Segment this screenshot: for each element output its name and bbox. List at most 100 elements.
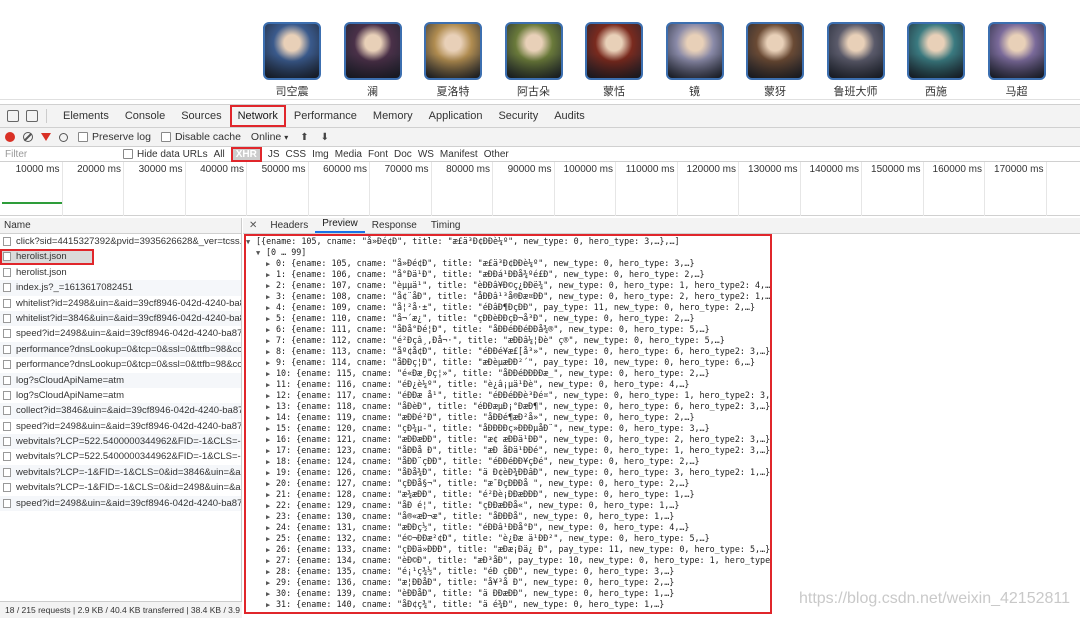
export-har-icon[interactable]: ⬇	[321, 132, 329, 143]
json-object-row[interactable]: ▶ 17: {ename: 123, cname: "åÐÐå Ð", title…	[246, 445, 770, 456]
json-object-row[interactable]: ▶ 16: {ename: 121, cname: "æÐÐæÐÐ", title…	[246, 434, 770, 445]
device-toolbar-icon[interactable]	[26, 110, 38, 122]
request-row[interactable]: log?sCloudApiName=atm	[0, 388, 241, 403]
filter-type-js[interactable]: JS	[268, 149, 280, 160]
json-object-row[interactable]: ▶ 13: {ename: 118, cname: "å­ÐèÐ", title:…	[246, 401, 770, 412]
json-object-row[interactable]: ▶ 3: {ename: 108, cname: "å¢¨åÐ", title: …	[246, 291, 770, 302]
json-group-row[interactable]: ▼ [0 … 99]	[246, 247, 770, 258]
disable-cache-checkbox[interactable]	[160, 132, 171, 142]
tab-security[interactable]: Security	[490, 105, 546, 127]
tab-timing[interactable]: Timing	[424, 220, 468, 233]
column-header-name[interactable]: Name	[0, 218, 241, 234]
hero-card[interactable]: 马超	[987, 22, 1047, 99]
filter-type-font[interactable]: Font	[368, 149, 388, 160]
json-object-row[interactable]: ▶ 5: {ename: 110, cname: "å¬´æ¿", title: …	[246, 313, 770, 324]
json-object-row[interactable]: ▶ 26: {ename: 133, cname: "çÐÐä»ÐÐÐ", tit…	[246, 544, 770, 555]
json-object-row[interactable]: ▶ 7: {ename: 112, cname: "é²Ðç­â¸,Ðå¬·", …	[246, 335, 770, 346]
json-object-row[interactable]: ▶ 24: {ename: 131, cname: "æÐÐç½", title:…	[246, 522, 770, 533]
filter-type-manifest[interactable]: Manifest	[440, 149, 478, 160]
json-object-row[interactable]: ▶ 2: {ename: 107, cname: "èµµä¹", title: …	[246, 280, 770, 291]
json-object-row[interactable]: ▶ 23: {ename: 130, cname: "å®«æÐ¬æ", titl…	[246, 511, 770, 522]
json-object-row[interactable]: ▶ 6: {ename: 111, cname: "åÐå°Ðé¦Ð", titl…	[246, 324, 770, 335]
search-icon[interactable]	[59, 132, 68, 142]
hero-card[interactable]: 蒙犽	[745, 22, 805, 99]
filter-type-doc[interactable]: Doc	[394, 149, 412, 160]
json-object-row[interactable]: ▶ 18: {ename: 124, cname: "åÐÐ¨çÐÐ", titl…	[246, 456, 770, 467]
inspect-icon[interactable]	[7, 110, 19, 122]
filter-type-xhr[interactable]: XHR	[230, 146, 262, 162]
filter-type-css[interactable]: CSS	[286, 149, 307, 160]
request-row[interactable]: webvitals?LCP=522.5400000344962&FID=-1&C…	[0, 449, 241, 464]
record-icon[interactable]	[5, 132, 15, 142]
hide-data-urls-checkbox[interactable]	[123, 149, 133, 159]
clear-icon[interactable]	[23, 132, 33, 142]
json-object-row[interactable]: ▶ 10: {ename: 115, cname: "é«Ðæ¸Ðç¦»", ti…	[246, 368, 770, 379]
filter-type-ws[interactable]: WS	[418, 149, 434, 160]
request-row[interactable]: whitelist?id=3846&uin=&aid=39cf8946-042d…	[0, 310, 241, 327]
json-object-row[interactable]: ▶ 31: {ename: 140, cname: "åÐ¢ç¾", title:…	[246, 599, 770, 610]
filter-type-media[interactable]: Media	[335, 149, 362, 160]
tab-sources[interactable]: Sources	[173, 105, 229, 127]
tab-application[interactable]: Application	[421, 105, 491, 127]
json-object-row[interactable]: ▶ 27: {ename: 134, cname: "èÐ©Ð", title: …	[246, 555, 770, 566]
json-object-row[interactable]: ▶ 4: {ename: 109, cname: "å¦²å·±", title:…	[246, 302, 770, 313]
json-object-row[interactable]: ▶ 19: {ename: 126, cname: "åÐå¾Ð", title:…	[246, 467, 770, 478]
hero-card[interactable]: 蒙恬	[584, 22, 644, 99]
filter-type-img[interactable]: Img	[312, 149, 329, 160]
hero-card[interactable]: 夏洛特	[423, 22, 483, 99]
request-row[interactable]: speed?id=2498&uin=&aid=39cf8946-042d-424…	[0, 419, 241, 434]
request-row[interactable]: performance?dnsLookup=0&tcp=0&ssl=0&ttfb…	[0, 357, 241, 372]
tab-console[interactable]: Console	[117, 105, 173, 127]
request-row[interactable]: click?sid=4415327392&pvid=3935626628&_ve…	[0, 234, 241, 249]
network-timeline[interactable]: 10000 ms 20000 ms 30000 ms 40000 ms 50000 ms…	[0, 162, 1080, 216]
json-object-row[interactable]: ▶ 28: {ename: 135, cname: "é¡¹ç¾½", title…	[246, 566, 770, 577]
json-object-row[interactable]: ▶ 14: {ename: 119, cname: "æÐÐé²Ð", title…	[246, 412, 770, 423]
tab-performance[interactable]: Performance	[286, 105, 365, 127]
request-row[interactable]: speed?id=2498&uin=&aid=39cf8946-042d-424…	[0, 495, 241, 512]
close-icon[interactable]: ✕	[249, 220, 257, 233]
json-object-row[interactable]: ▶ 8: {ename: 113, cname: "åº¢å¢Ð", title:…	[246, 346, 770, 357]
hero-card[interactable]: 阿古朵	[504, 22, 564, 99]
request-row[interactable]: speed?id=2498&uin=&aid=39cf8946-042d-424…	[0, 326, 241, 341]
json-object-row[interactable]: ▶ 15: {ename: 120, cname: "çÐ¾µ-", title:…	[246, 423, 770, 434]
request-row[interactable]: webvitals?LCP=522.5400000344962&FID=-1&C…	[0, 434, 241, 450]
json-object-row[interactable]: ▶ 11: {ename: 116, cname: "éÐ¿è¼º", title…	[246, 379, 770, 390]
json-object-row[interactable]: ▶ 29: {ename: 136, cname: "æ¦ÐÐåÐ", title…	[246, 577, 770, 588]
hero-card[interactable]: 澜	[343, 22, 403, 99]
request-row[interactable]: log?sCloudApiName=atm	[0, 372, 241, 388]
json-object-row[interactable]: ▶ 25: {ename: 132, cname: "é©¬ÐÐæ²¢Ð", ti…	[246, 533, 770, 544]
tab-memory[interactable]: Memory	[365, 105, 421, 127]
json-object-row[interactable]: ▶ 12: {ename: 117, cname: "éÐÐæ å¹", titl…	[246, 390, 770, 401]
json-root-row[interactable]: ▼ [{ename: 105, cname: "å»Ðé¢Ð", title: "…	[246, 236, 770, 247]
hero-card[interactable]: 西施	[906, 22, 966, 99]
request-row[interactable]: whitelist?id=2498&uin=&aid=39cf8946-042d…	[0, 296, 241, 311]
filter-type-other[interactable]: Other	[484, 149, 509, 160]
tab-response[interactable]: Response	[365, 220, 424, 233]
request-row[interactable]: performance?dnsLookup=0&tcp=0&ssl=0&ttfb…	[0, 341, 241, 358]
tab-network[interactable]: Network	[229, 105, 286, 127]
hero-card[interactable]: 镜	[665, 22, 725, 99]
filter-type-all[interactable]: All	[214, 149, 225, 160]
tab-headers[interactable]: Headers	[263, 220, 315, 233]
preserve-log-checkbox[interactable]	[78, 132, 88, 142]
throttling-select[interactable]: Online	[251, 131, 281, 143]
request-row[interactable]: webvitals?LCP=-1&FID=-1&CLS=0&id=3846&ui…	[0, 464, 241, 481]
filter-icon[interactable]	[41, 133, 51, 141]
request-row[interactable]: webvitals?LCP=-1&FID=-1&CLS=0&id=2498&ui…	[0, 480, 241, 495]
tab-audits[interactable]: Audits	[546, 105, 593, 127]
json-object-row[interactable]: ▶ 30: {ename: 139, cname: "èÐÐåÐ", title:…	[246, 588, 770, 599]
filter-input[interactable]: Filter	[5, 149, 115, 160]
request-row[interactable]: herolist.json	[0, 249, 94, 265]
request-row[interactable]: herolist.json	[0, 265, 241, 280]
tab-preview[interactable]: Preview	[315, 218, 365, 233]
json-object-row[interactable]: ▶ 22: {ename: 129, cname: "åÐ é¦", title:…	[246, 500, 770, 511]
hero-card[interactable]: 鲁班大师	[826, 22, 886, 99]
json-object-row[interactable]: ▶ 1: {ename: 106, cname: "å°Ðä¹Ð", title:…	[246, 269, 770, 280]
import-har-icon[interactable]: ⬆	[300, 132, 308, 143]
json-object-row[interactable]: ▶ 9: {ename: 114, cname: "åÐÐç¦Ð", title:…	[246, 357, 770, 368]
json-object-row[interactable]: ▶ 21: {ename: 128, cname: "æ¾æÐÐ", title:…	[246, 489, 770, 500]
request-row[interactable]: index.js?_=1613617082451	[0, 280, 241, 296]
hero-card[interactable]: 司空震	[262, 22, 322, 99]
tab-elements[interactable]: Elements	[55, 105, 117, 127]
json-object-row[interactable]: ▶ 0: {ename: 105, cname: "å»Ðé¢Ð", title:…	[246, 258, 770, 269]
